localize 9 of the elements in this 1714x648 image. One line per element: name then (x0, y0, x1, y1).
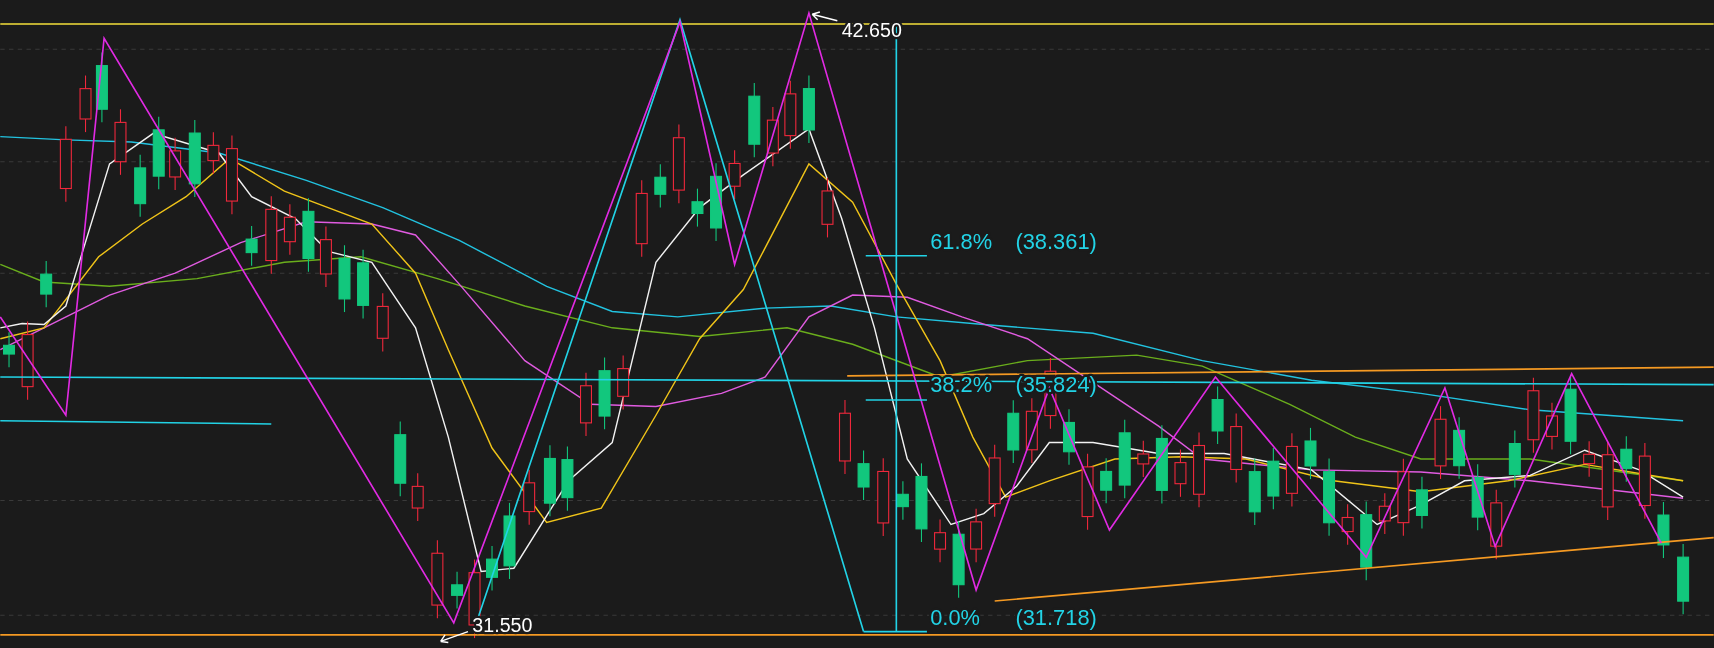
fibonacci-level-label: 0.0% (930, 605, 980, 631)
arrow-icon (811, 11, 839, 22)
trend-line[interactable] (0, 419, 273, 425)
fibonacci-level-label: 61.8% (930, 229, 993, 255)
fibonacci-price-label: (31.718) (1015, 605, 1097, 631)
trend-line[interactable] (993, 536, 1714, 602)
fibonacci-price-label: (38.361) (1015, 229, 1097, 255)
trend-line[interactable] (846, 366, 1714, 377)
arrow-icon (439, 630, 469, 644)
